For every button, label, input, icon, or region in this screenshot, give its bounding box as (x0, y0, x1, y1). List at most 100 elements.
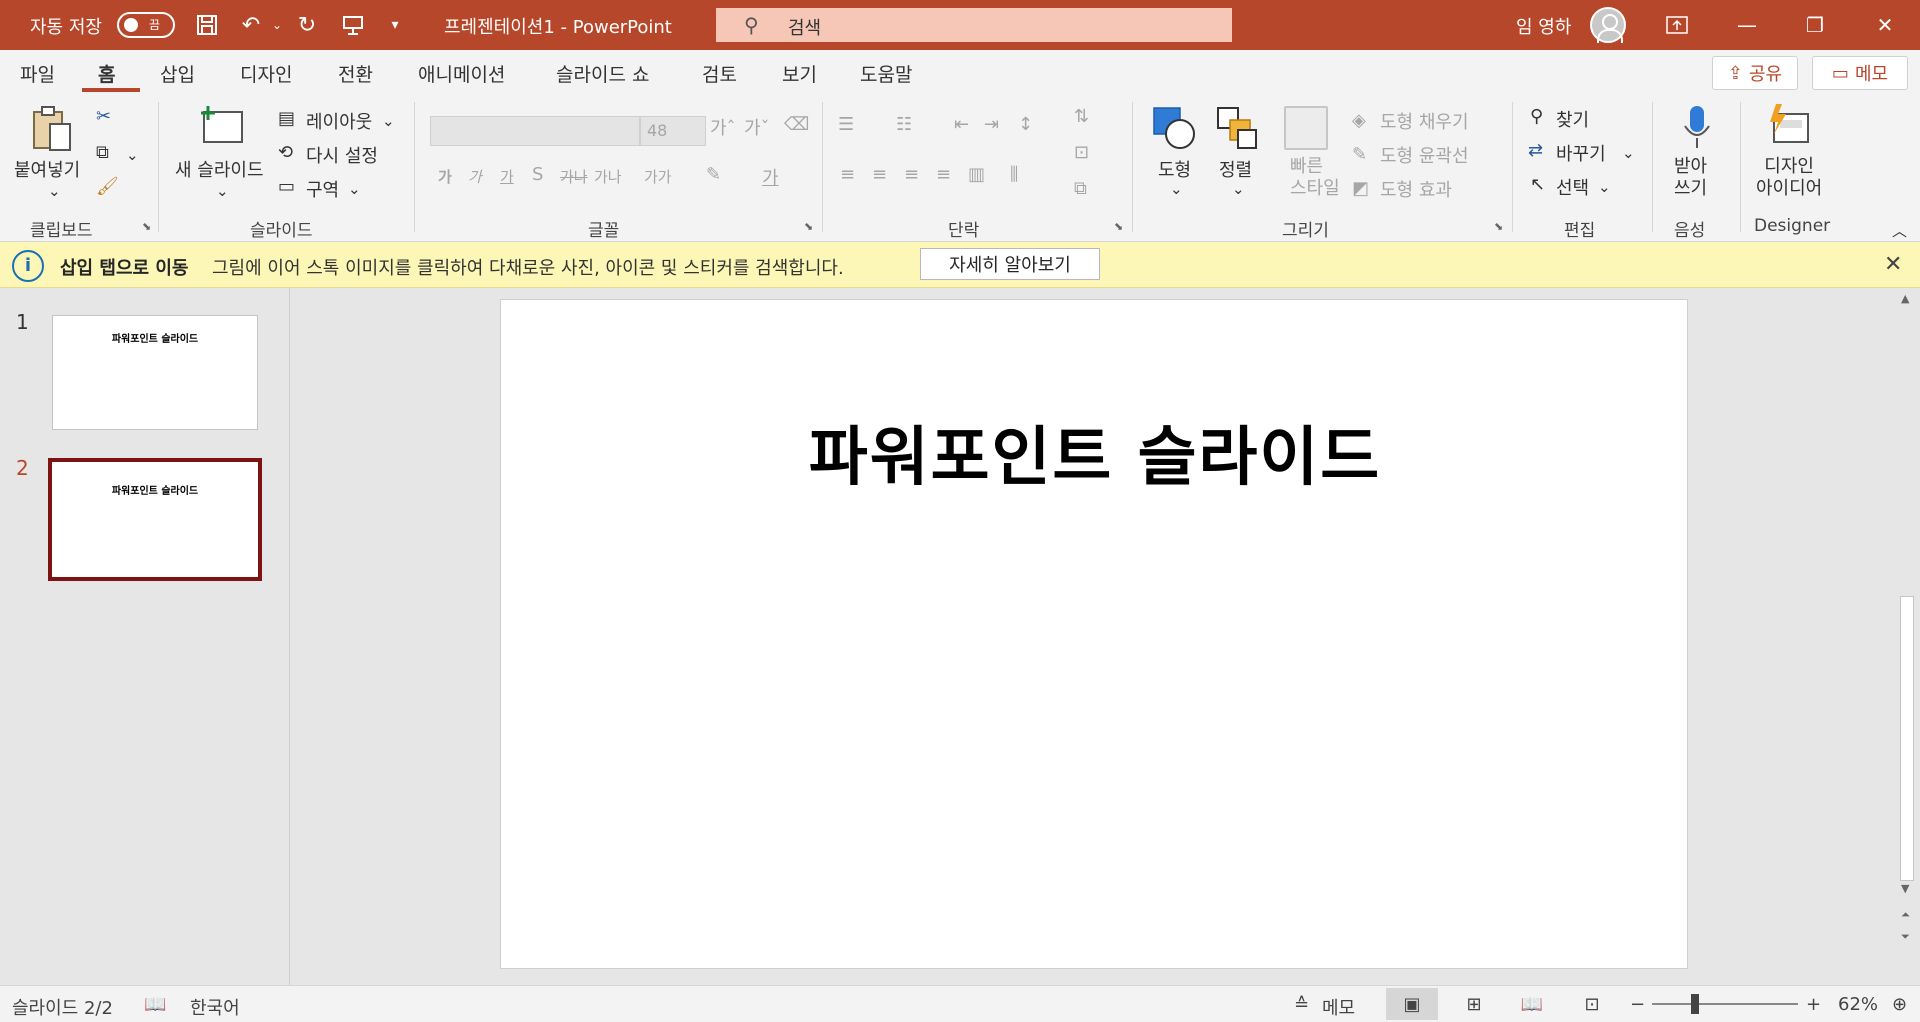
align-center-icon[interactable]: ≡ (872, 164, 887, 185)
next-slide-icon[interactable]: ⏷ (1901, 930, 1910, 944)
shape-fill-label[interactable]: 도형 채우기 (1380, 108, 1469, 134)
save-icon[interactable] (192, 10, 222, 40)
section-label[interactable]: 구역 (306, 176, 339, 202)
replace-label[interactable]: 바꾸기 (1556, 140, 1606, 166)
slide-canvas[interactable]: 파워포인트 슬라이드 (500, 299, 1688, 969)
drawing-launcher-icon[interactable]: ⬊ (1494, 220, 1503, 233)
paste-label[interactable]: 붙여넣기 (14, 156, 80, 182)
change-case-icon[interactable]: 가가 (644, 166, 672, 187)
share-button[interactable]: ⇪ 공유 (1712, 56, 1798, 90)
scroll-down-icon[interactable]: ▼ (1901, 882, 1909, 895)
ribbon-display-options-icon[interactable] (1644, 0, 1710, 50)
section-icon[interactable]: ▭ (278, 176, 295, 197)
undo-dropdown-icon[interactable]: ⌄ (262, 10, 292, 40)
shapes-dropdown-icon[interactable]: ⌄ (1170, 180, 1183, 198)
clipboard-launcher-icon[interactable]: ⬊ (142, 220, 151, 233)
shapes-label[interactable]: 도형 (1158, 156, 1191, 182)
highlight-icon[interactable]: ✎ (706, 164, 721, 185)
select-label[interactable]: 선택 (1556, 174, 1589, 200)
tab-design[interactable]: 디자인 (240, 60, 292, 87)
format-painter-icon[interactable]: 🖌 (96, 176, 119, 197)
tab-transitions[interactable]: 전환 (338, 60, 373, 87)
arrange-dropdown-icon[interactable]: ⌄ (1232, 180, 1245, 198)
slide-thumbnail-2[interactable]: 파워포인트 슬라이드 (48, 458, 262, 581)
paragraph-launcher-icon[interactable]: ⬊ (1114, 220, 1123, 233)
tab-file[interactable]: 파일 (20, 60, 55, 87)
copy-dropdown-icon[interactable]: ⌄ (126, 146, 139, 164)
strikethrough-icon[interactable]: 가나 (560, 166, 588, 187)
restore-icon[interactable]: ❐ (1782, 0, 1848, 50)
cut-icon[interactable]: ✂ (96, 106, 111, 127)
microphone-icon[interactable] (1682, 104, 1712, 150)
scroll-up-icon[interactable]: ▲ (1901, 292, 1909, 305)
slideshow-view-icon[interactable]: ⊡ (1566, 988, 1618, 1020)
zoom-slider-knob[interactable] (1691, 994, 1699, 1014)
select-dropdown-icon[interactable]: ⌄ (1598, 178, 1611, 196)
new-slide-label[interactable]: 새 슬라이드 (175, 156, 264, 182)
tab-help[interactable]: 도움말 (860, 60, 912, 87)
learn-more-button[interactable]: 자세히 알아보기 (920, 248, 1100, 280)
dictate-label[interactable]: 받아 쓰기 (1674, 156, 1707, 200)
smartart-icon[interactable]: ⧉ (1074, 178, 1087, 199)
shape-outline-icon[interactable]: ✎ (1352, 144, 1367, 165)
search-box[interactable]: ⚲ 검색 (716, 8, 1232, 42)
replace-icon[interactable]: ⇄ (1528, 140, 1543, 161)
text-shadow-icon[interactable]: S (532, 164, 543, 185)
copy-icon[interactable]: ⧉ (96, 142, 109, 163)
bullets-icon[interactable]: ☰ (838, 114, 854, 135)
shape-effects-icon[interactable]: ◩ (1352, 178, 1369, 199)
justify-icon[interactable]: ≡ (936, 164, 951, 185)
bold-icon[interactable]: 가 (438, 166, 452, 187)
tab-slideshow[interactable]: 슬라이드 쇼 (556, 60, 649, 87)
replace-dropdown-icon[interactable]: ⌄ (1622, 144, 1635, 162)
shape-effects-label[interactable]: 도형 효과 (1380, 176, 1452, 202)
previous-slide-icon[interactable]: ⏶ (1901, 908, 1910, 922)
decrease-indent-icon[interactable]: ⇤ (954, 114, 969, 135)
decrease-font-icon[interactable]: 가ˇ (744, 114, 770, 140)
zoom-out-icon[interactable]: − (1630, 994, 1645, 1015)
tab-insert[interactable]: 삽입 (160, 60, 195, 87)
find-label[interactable]: 찾기 (1556, 106, 1589, 132)
slide-sorter-view-icon[interactable]: ⊞ (1448, 988, 1500, 1020)
align-text-icon[interactable]: ⊡ (1074, 142, 1089, 163)
arrange-icon[interactable] (1216, 106, 1260, 150)
character-spacing-icon[interactable]: 가나 (594, 166, 622, 187)
normal-view-icon[interactable]: ▣ (1386, 988, 1438, 1020)
new-slide-icon[interactable] (198, 106, 244, 146)
font-family-combo[interactable] (430, 116, 640, 146)
slide-title-placeholder[interactable]: 파워포인트 슬라이드 (501, 406, 1689, 498)
font-launcher-icon[interactable]: ⬊ (804, 220, 813, 233)
new-slide-dropdown-icon[interactable]: ⌄ (216, 182, 229, 200)
shapes-icon[interactable] (1152, 106, 1196, 150)
avatar[interactable] (1590, 7, 1626, 43)
font-size-combo[interactable]: 48 (640, 116, 706, 146)
customize-toolbar-icon[interactable]: ▾ (380, 10, 410, 40)
layout-label[interactable]: 레이아웃 (306, 108, 372, 134)
shape-fill-icon[interactable]: ◈ (1352, 110, 1366, 131)
close-icon[interactable]: ✕ (1852, 0, 1918, 50)
redo-icon[interactable]: ↻ (292, 10, 322, 40)
paste-dropdown-icon[interactable]: ⌄ (48, 182, 61, 200)
text-direction-icon[interactable]: ⇅ (1074, 106, 1089, 127)
line-spacing-icon[interactable]: ↕ (1018, 114, 1033, 135)
italic-icon[interactable]: 가 (468, 166, 482, 187)
increase-font-icon[interactable]: 가ˆ (710, 114, 736, 140)
user-name[interactable]: 임 영하 (1516, 13, 1571, 39)
find-icon[interactable]: ⚲ (1530, 106, 1543, 127)
zoom-in-icon[interactable]: + (1806, 994, 1821, 1015)
slide-thumbnail-1[interactable]: 파워포인트 슬라이드 (52, 315, 258, 430)
underline-icon[interactable]: 가 (500, 166, 514, 187)
present-from-start-icon[interactable] (338, 10, 368, 40)
designer-ideas-label[interactable]: 디자인 아이디어 (1756, 156, 1822, 200)
numbering-icon[interactable]: ☷ (896, 114, 912, 135)
tab-animations[interactable]: 애니메이션 (418, 60, 505, 87)
arrange-label[interactable]: 정렬 (1219, 156, 1252, 182)
fit-to-window-icon[interactable]: ⊕ (1892, 994, 1907, 1015)
autosave-toggle[interactable]: 끔 (117, 12, 175, 38)
layout-dropdown-icon[interactable]: ⌄ (382, 112, 395, 130)
designer-icon[interactable] (1766, 104, 1812, 148)
quick-styles-icon[interactable] (1284, 106, 1328, 150)
quick-styles-label[interactable]: 빠른 스타일 (1290, 156, 1340, 200)
distributed-icon[interactable]: ▥ (968, 164, 985, 185)
collapse-ribbon-icon[interactable]: ︿ (1892, 220, 1907, 241)
